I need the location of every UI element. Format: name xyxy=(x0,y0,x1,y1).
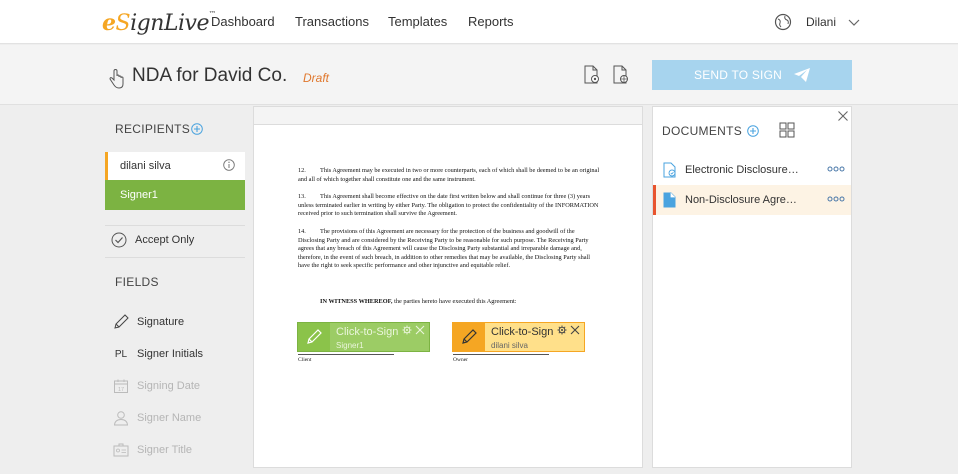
calendar-day: 17 xyxy=(118,387,124,393)
click-to-sign-label: Click-to-Sign xyxy=(336,326,399,338)
documents-title: DOCUMENTS xyxy=(662,124,743,138)
nav-templates[interactable]: Templates xyxy=(388,14,447,29)
document-item-disclosures[interactable]: Electronic Disclosures and Signatures Co… xyxy=(653,155,851,185)
accept-only-label: Accept Only xyxy=(135,234,195,246)
document-label: Non-Disclosure Agreement xyxy=(685,194,801,206)
signature-signer-name: Signer1 xyxy=(336,341,364,350)
user-name[interactable]: Dilani xyxy=(806,15,836,29)
field-label: Signing Date xyxy=(137,380,200,392)
document-viewer[interactable]: 12. This Agreement may be executed in two… xyxy=(253,106,643,468)
clause-13: 13. This Agreement shall become effective… xyxy=(298,193,599,218)
signer-item-selected[interactable]: Signer1 xyxy=(105,180,245,210)
documents-panel: DOCUMENTS Electronic Disclosures and Sig… xyxy=(652,106,852,468)
divider xyxy=(105,257,245,258)
gear-icon[interactable] xyxy=(557,325,567,335)
pen-icon xyxy=(113,314,129,330)
field-label: Signer Initials xyxy=(137,348,204,360)
pen-icon xyxy=(298,323,330,351)
field-signing-date: 17 Signing Date xyxy=(113,378,200,394)
signature-line xyxy=(453,354,549,355)
field-label: Signer Title xyxy=(137,444,193,456)
pen-icon xyxy=(453,323,485,351)
field-signer-title: Signer Title xyxy=(113,442,192,458)
calendar-icon: 17 xyxy=(113,378,129,394)
signature-field-owner[interactable]: Click-to-Sign dilani silva xyxy=(452,322,585,352)
signature-line xyxy=(298,354,394,355)
field-tools xyxy=(557,325,580,335)
more-options-icon[interactable] xyxy=(827,195,845,203)
grid-view-icon[interactable] xyxy=(779,122,795,138)
page-separator xyxy=(254,107,642,125)
user-menu[interactable]: Dilani xyxy=(774,12,860,32)
esignlive-logo[interactable]: eSignLive™ xyxy=(102,10,216,36)
clause-14: 14. The provisions of this Agreement are … xyxy=(298,227,591,270)
signature-caption-client: Client xyxy=(298,357,312,363)
check-circle-icon xyxy=(111,232,127,248)
field-label: Signer Name xyxy=(137,412,202,424)
witness-line: IN WITNESS WHEREOF, the parties hereto h… xyxy=(320,298,517,305)
document-label: Electronic Disclosures and Signatures Co… xyxy=(685,164,801,176)
hand-pointer-icon[interactable] xyxy=(108,69,126,89)
fields-title: FIELDS xyxy=(115,275,159,289)
add-document-icon[interactable] xyxy=(747,125,759,137)
field-signer-name: Signer Name xyxy=(113,410,201,426)
field-tools xyxy=(402,325,425,335)
close-panel-icon[interactable] xyxy=(837,110,849,122)
nav-reports[interactable]: Reports xyxy=(468,14,514,29)
close-icon[interactable] xyxy=(570,325,580,335)
left-panel: RECIPIENTS dilani silva Signer1 Accept O… xyxy=(105,106,245,474)
recipient-card[interactable]: dilani silva xyxy=(105,152,245,180)
chevron-down-icon[interactable] xyxy=(848,16,860,28)
document-page: 12. This Agreement may be executed in two… xyxy=(298,167,603,280)
document-icon xyxy=(663,192,676,208)
signature-field-signer1[interactable]: Click-to-Sign Signer1 xyxy=(297,322,430,352)
signature-field-text: Click-to-Sign dilani silva xyxy=(485,323,553,351)
clause-12: 12. This Agreement may be executed in two… xyxy=(298,167,600,183)
add-recipient-icon[interactable] xyxy=(191,123,203,135)
document-item-nda-selected[interactable]: Non-Disclosure Agreement xyxy=(653,185,851,215)
send-to-sign-label: SEND TO SIGN xyxy=(694,68,782,82)
click-to-sign-label: Click-to-Sign xyxy=(491,326,554,338)
field-label: Signature xyxy=(137,316,185,328)
nav-dashboard[interactable]: Dashboard xyxy=(211,14,275,29)
recipient-name: dilani silva xyxy=(120,160,171,172)
signer-label: Signer1 xyxy=(120,189,158,201)
signature-field-text: Click-to-Sign Signer1 xyxy=(330,323,398,351)
paper-plane-icon xyxy=(793,68,810,82)
consent-document-icon xyxy=(663,162,676,178)
info-icon[interactable] xyxy=(223,159,235,171)
field-signer-initials[interactable]: PL Signer Initials xyxy=(113,346,203,362)
globe-icon[interactable] xyxy=(774,13,792,31)
divider xyxy=(105,225,245,226)
more-options-icon[interactable] xyxy=(827,165,845,173)
nav-transactions[interactable]: Transactions xyxy=(295,14,369,29)
title-card-icon xyxy=(113,442,129,458)
send-to-sign-button[interactable]: SEND TO SIGN xyxy=(652,60,852,90)
transaction-header: NDA for David Co. Draft SEND TO SIGN xyxy=(0,45,958,105)
document-settings-icon[interactable] xyxy=(583,65,601,85)
signature-signer-name: dilani silva xyxy=(491,341,528,350)
field-signature[interactable]: Signature xyxy=(113,314,184,330)
status-badge: Draft xyxy=(303,71,330,85)
signature-caption-owner: Owner xyxy=(453,357,468,363)
top-navigation: eSignLive™ Dashboard Transactions Templa… xyxy=(0,0,958,44)
person-icon xyxy=(113,410,129,426)
recipients-title: RECIPIENTS xyxy=(115,122,191,136)
initials-icon: PL xyxy=(114,348,128,360)
document-gear-icon[interactable] xyxy=(612,65,630,85)
close-icon[interactable] xyxy=(415,325,425,335)
transaction-title[interactable]: NDA for David Co. xyxy=(132,65,287,87)
accept-only-option[interactable]: Accept Only xyxy=(111,232,194,248)
gear-icon[interactable] xyxy=(402,325,412,335)
